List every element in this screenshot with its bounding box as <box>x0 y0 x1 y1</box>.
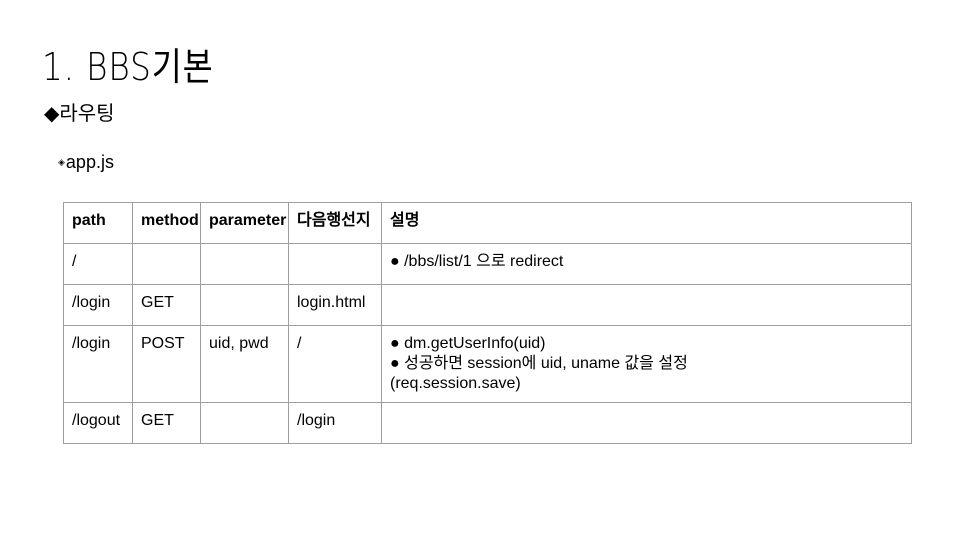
cell-method <box>132 243 201 285</box>
cell-description: ● /bbs/list/1 으로 redirect <box>381 243 912 285</box>
cell-description <box>381 402 912 444</box>
header-next-destination: 다음행선지 <box>288 202 382 244</box>
diamond-bullet-icon: ◈ <box>58 157 65 167</box>
description-line: ● 성공하면 session에 uid, uname 값을 설정 <box>390 355 688 372</box>
routing-table: path method parameter 다음행선지 설명 / ● /bbs/… <box>63 202 912 444</box>
cell-description <box>381 284 912 326</box>
cell-parameter <box>200 284 289 326</box>
cell-method: GET <box>132 284 201 326</box>
cell-next: login.html <box>288 284 382 326</box>
header-parameter: parameter <box>200 202 289 244</box>
cell-path: / <box>63 243 133 285</box>
file-label: ◈app.js <box>58 152 114 173</box>
cell-path: /logout <box>63 402 133 444</box>
section-heading: ◆라우팅 <box>44 101 115 125</box>
cell-parameter <box>200 402 289 444</box>
cell-path: /login <box>63 325 133 403</box>
description-line: ● dm.getUserInfo(uid) <box>390 335 546 352</box>
table-row: / ● /bbs/list/1 으로 redirect <box>63 243 912 285</box>
cell-next: / <box>288 325 382 403</box>
table-row: /logout GET /login <box>63 402 912 444</box>
cell-next: /login <box>288 402 382 444</box>
file-name: app.js <box>65 152 114 172</box>
cell-method: GET <box>132 402 201 444</box>
slide-title: 1. BBS기본 <box>42 45 214 89</box>
table-row: /login GET login.html <box>63 284 912 326</box>
cell-parameter: uid, pwd <box>200 325 289 403</box>
cell-method: POST <box>132 325 201 403</box>
cell-description: ● dm.getUserInfo(uid) ● 성공하면 session에 ui… <box>381 325 912 403</box>
description-line: ● /bbs/list/1 으로 redirect <box>390 253 564 270</box>
table-row: /login POST uid, pwd / ● dm.getUserInfo(… <box>63 325 912 403</box>
table-header-row: path method parameter 다음행선지 설명 <box>63 202 912 244</box>
header-path: path <box>63 202 133 244</box>
header-description: 설명 <box>381 202 912 244</box>
description-line: (req.session.save) <box>390 375 521 392</box>
header-method: method <box>132 202 201 244</box>
cell-path: /login <box>63 284 133 326</box>
cell-next <box>288 243 382 285</box>
cell-parameter <box>200 243 289 285</box>
